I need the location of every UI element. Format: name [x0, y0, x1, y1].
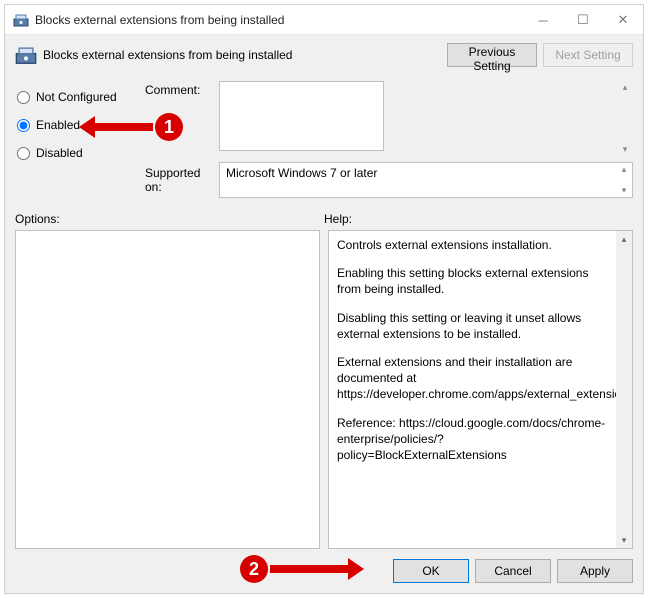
scroll-down-icon[interactable]: ▾	[616, 532, 632, 548]
comment-textarea[interactable]	[219, 81, 384, 151]
ok-button[interactable]: OK	[393, 559, 469, 583]
maximize-button[interactable]: ☐	[563, 5, 603, 35]
policy-header-icon	[15, 44, 37, 66]
radio-not-configured[interactable]: Not Configured	[15, 85, 145, 109]
policy-title: Blocks external extensions from being in…	[43, 48, 441, 62]
annotation-2: 2	[240, 555, 268, 583]
radio-disabled[interactable]: Disabled	[15, 141, 145, 165]
comment-label: Comment:	[145, 81, 219, 156]
state-radio-group: Not Configured Enabled Disabled 1	[15, 81, 145, 204]
supported-on-value: Microsoft Windows 7 or later	[226, 166, 377, 180]
scroll-up-icon[interactable]: ▴	[616, 231, 632, 247]
apply-button[interactable]: Apply	[557, 559, 633, 583]
options-pane	[15, 230, 320, 549]
client-area: Blocks external extensions from being in…	[5, 35, 643, 593]
radio-enabled-input[interactable]	[17, 119, 30, 132]
supported-scroll[interactable]: ▴▾	[616, 163, 632, 197]
radio-enabled-label: Enabled	[36, 118, 80, 132]
radio-enabled[interactable]: Enabled	[15, 113, 145, 137]
help-text-line: Enabling this setting blocks external ex…	[337, 265, 610, 297]
options-label: Options:	[15, 212, 324, 226]
radio-not-configured-input[interactable]	[17, 91, 30, 104]
help-text-line: Disabling this setting or leaving it uns…	[337, 310, 610, 342]
comment-scroll[interactable]: ▴▾	[617, 81, 633, 156]
help-text-line: Controls external extensions installatio…	[337, 237, 610, 253]
supported-on-field: Microsoft Windows 7 or later ▴▾	[219, 162, 633, 198]
close-button[interactable]: ✕	[603, 5, 643, 35]
radio-disabled-input[interactable]	[17, 147, 30, 160]
supported-label: Supported on:	[145, 162, 219, 198]
help-text-line: Reference: https://cloud.google.com/docs…	[337, 415, 610, 464]
previous-setting-button[interactable]: Previous Setting	[447, 43, 537, 67]
radio-not-configured-label: Not Configured	[36, 90, 117, 104]
titlebar: Blocks external extensions from being in…	[5, 5, 643, 35]
help-label: Help:	[324, 212, 352, 226]
help-text-line: External extensions and their installati…	[337, 354, 610, 403]
policy-icon	[13, 12, 29, 28]
policy-editor-window: Blocks external extensions from being in…	[4, 4, 644, 594]
minimize-button[interactable]: ─	[523, 5, 563, 35]
radio-disabled-label: Disabled	[36, 146, 83, 160]
window-title: Blocks external extensions from being in…	[35, 13, 284, 27]
next-setting-button[interactable]: Next Setting	[543, 43, 633, 67]
help-pane: Controls external extensions installatio…	[328, 230, 633, 549]
cancel-button[interactable]: Cancel	[475, 559, 551, 583]
help-scrollbar[interactable]: ▴ ▾	[616, 231, 632, 548]
